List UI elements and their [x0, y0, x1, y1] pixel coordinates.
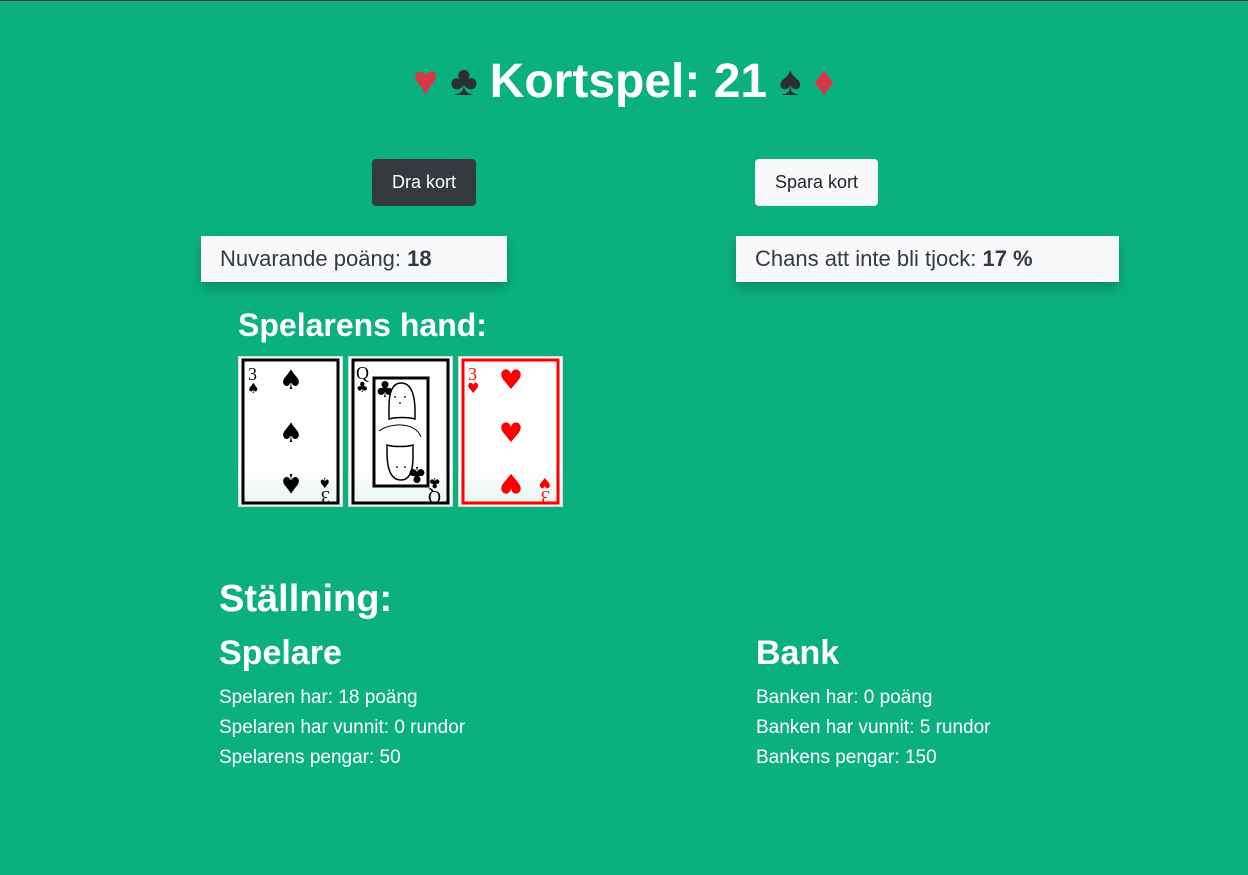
- player-wins: Spelaren har vunnit: 0 rundor: [219, 717, 466, 738]
- playing-card: Q ♣ ♣ ♣ Q ♣: [348, 356, 453, 507]
- draw-card-button[interactable]: Dra kort: [372, 159, 476, 206]
- heart-icon: ♥: [413, 57, 439, 104]
- pip-icon: ♠: [279, 365, 303, 396]
- card-suit-icon: ♥: [538, 474, 551, 490]
- card-suit-icon: ♣: [356, 380, 369, 396]
- pip-icon: ♠: [279, 418, 303, 449]
- bank-money: Bankens pengar: 150: [756, 747, 937, 768]
- stand-button[interactable]: Spara kort: [755, 159, 878, 206]
- safe-chance-box: Chans att inte bli tjock: 17 %: [736, 236, 1119, 282]
- pip-icon: ♣: [407, 461, 427, 486]
- playing-card: 3 ♠ ♠ ♠ ♠ 3 ♠: [238, 356, 343, 507]
- queen-figure-icon: ♣ ♣: [372, 376, 430, 488]
- page-title: ♥ ♣ Kortspel: 21 ♠ ♦: [0, 49, 1248, 114]
- bank-section-title: Bank: [756, 634, 840, 672]
- player-stats: Spelaren har: 18 poäng Spelaren har vunn…: [219, 683, 465, 773]
- bank-stats: Banken har: 0 poäng Banken har vunnit: 5…: [756, 683, 991, 773]
- pip-icon: ♥: [499, 365, 523, 396]
- player-money: Spelarens pengar: 50: [219, 747, 401, 768]
- standings-title: Ställning:: [219, 578, 393, 620]
- safe-chance-label: Chans att inte bli tjock:: [755, 246, 983, 271]
- diamond-icon: ♦: [813, 57, 835, 104]
- player-section-title: Spelare: [219, 634, 342, 672]
- player-hand-title: Spelarens hand:: [238, 307, 487, 343]
- safe-chance-value: 17 %: [982, 246, 1033, 271]
- pip-icon: ♥: [499, 418, 523, 449]
- player-points: Spelaren har: 18 poäng: [219, 687, 418, 708]
- club-icon: ♣: [450, 57, 478, 104]
- card-suit-icon: ♠: [318, 474, 331, 490]
- current-points-label: Nuvarande poäng:: [220, 246, 408, 271]
- current-points-value: 18: [407, 246, 432, 271]
- pip-icon: ♥: [499, 467, 523, 498]
- current-points-box: Nuvarande poäng: 18: [201, 236, 507, 282]
- card-suit-icon: ♠: [247, 381, 260, 397]
- bank-wins: Banken har vunnit: 5 rundor: [756, 717, 991, 738]
- card-suit-icon: ♥: [467, 381, 480, 397]
- playing-card: 3 ♥ ♥ ♥ ♥ 3 ♥: [458, 356, 563, 507]
- pip-icon: ♠: [279, 467, 303, 498]
- page-title-text: Kortspel: 21: [489, 55, 768, 108]
- bank-points: Banken har: 0 poäng: [756, 687, 933, 708]
- card-suit-icon: ♣: [428, 474, 441, 490]
- spade-icon: ♠: [779, 57, 802, 104]
